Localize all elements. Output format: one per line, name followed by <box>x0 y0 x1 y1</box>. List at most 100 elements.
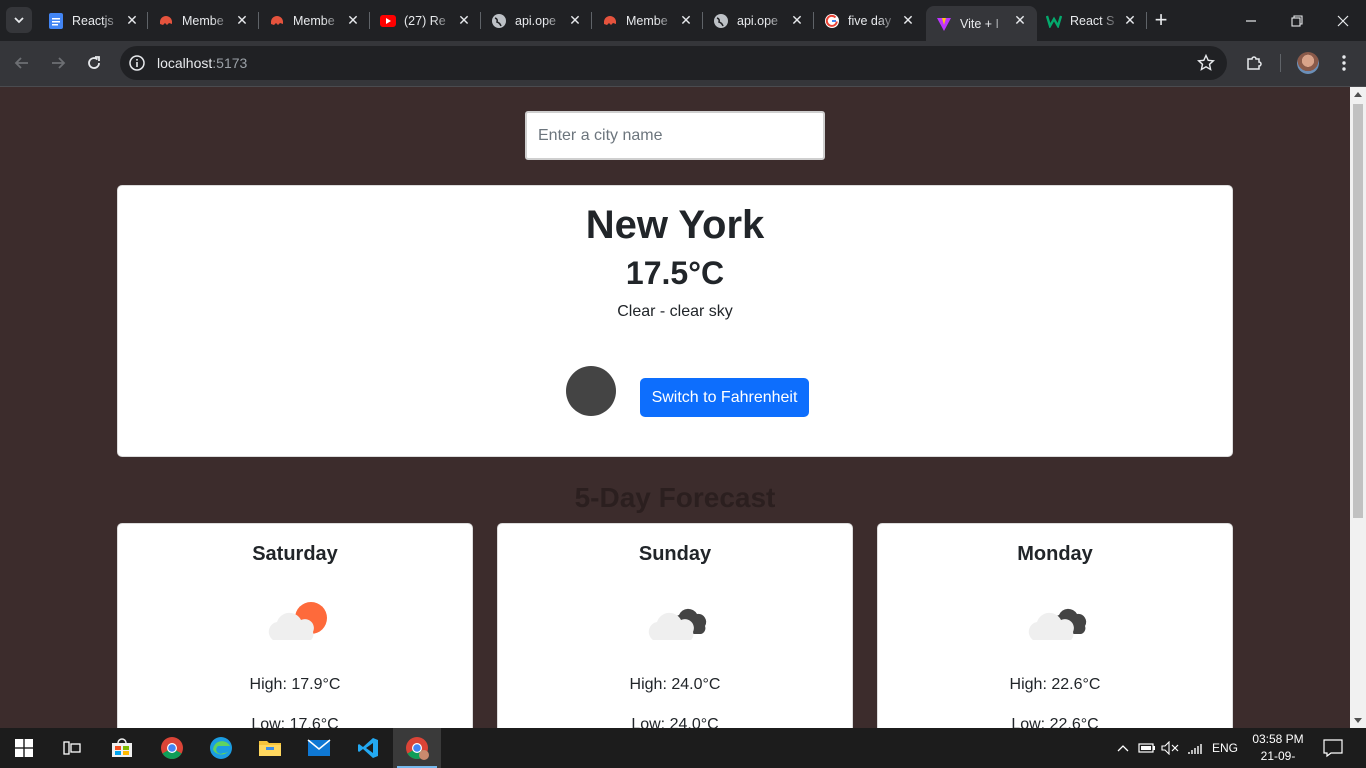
info-icon[interactable] <box>128 54 146 72</box>
close-icon[interactable]: ✕ <box>235 13 249 27</box>
close-icon[interactable]: ✕ <box>1013 13 1027 27</box>
battery-icon <box>1138 743 1155 753</box>
battery-tray-icon[interactable] <box>1138 740 1156 756</box>
windows-logo-icon <box>15 739 33 757</box>
tab-title: Membe <box>626 13 668 28</box>
cloud-sun-icon <box>268 602 327 640</box>
start-button[interactable] <box>0 728 48 768</box>
tab-separator <box>702 12 703 29</box>
browser-menu-button[interactable] <box>1330 49 1358 77</box>
tab-google-search[interactable]: five day ✕ <box>814 0 925 41</box>
close-window-button[interactable] <box>1320 0 1366 41</box>
close-icon[interactable]: ✕ <box>1123 13 1137 27</box>
language-indicator[interactable]: ENG <box>1212 741 1238 755</box>
forecast-low: Low: 17.6°C <box>251 716 339 728</box>
vscode-icon <box>358 738 378 758</box>
octopus-icon <box>158 13 174 29</box>
clock-date: 21-09-2024 <box>1260 749 1296 768</box>
browser-toolbar: localhost:5173 <box>0 41 1366 86</box>
scroll-up-arrow-icon[interactable] <box>1354 92 1362 97</box>
close-icon[interactable]: ✕ <box>790 13 804 27</box>
close-icon[interactable]: ✕ <box>568 13 582 27</box>
system-clock[interactable]: 03:58 PM 21-09-2024 <box>1249 731 1307 768</box>
clock-time: 03:58 PM <box>1252 732 1304 746</box>
current-temperature: 17.5°C <box>625 255 725 291</box>
forecast-day: Monday <box>1017 543 1093 565</box>
forecast-high: High: 17.9°C <box>249 676 341 693</box>
url-text: localhost:5173 <box>157 55 247 71</box>
close-icon[interactable]: ✕ <box>679 13 693 27</box>
octopus-icon <box>602 13 618 29</box>
chrome-taskbar-button[interactable] <box>148 728 196 768</box>
tab-member-2[interactable]: Membe ✕ <box>259 0 370 41</box>
tab-youtube[interactable]: (27) Re ✕ <box>370 0 481 41</box>
tab-separator <box>147 12 148 29</box>
folder-icon <box>259 741 281 756</box>
tab-member-3[interactable]: Membe ✕ <box>592 0 703 41</box>
chrome-active-icon <box>406 737 429 760</box>
forecast-low: Low: 22.6°C <box>1011 716 1099 728</box>
minimize-button[interactable] <box>1228 0 1274 41</box>
windows-taskbar: ENG 03:58 PM 21-09-2024 <box>0 728 1366 768</box>
url-port: :5173 <box>212 55 248 71</box>
tab-strip: Reactjs ✕ Membe ✕ Membe ✕ (27) Re ✕ api.… <box>0 0 1366 41</box>
scroll-down-arrow-icon[interactable] <box>1354 718 1362 723</box>
store-button[interactable] <box>98 728 146 768</box>
tab-w3schools[interactable]: React S ✕ <box>1036 0 1147 41</box>
tab-title: five day <box>848 13 892 28</box>
volume-tray-icon[interactable] <box>1161 740 1179 756</box>
city-search-input[interactable] <box>525 111 825 160</box>
tab-api-2[interactable]: api.ope ✕ <box>703 0 814 41</box>
show-hidden-icons-button[interactable] <box>1114 740 1132 756</box>
weather-condition-icon <box>566 366 616 416</box>
url-host: localhost <box>157 55 213 71</box>
forecast-card-monday: Monday High: 22.6°C Low: 22.6°C <box>877 523 1233 728</box>
profile-button[interactable] <box>1294 49 1322 77</box>
restore-button[interactable] <box>1274 0 1320 41</box>
tab-member-1[interactable]: Membe ✕ <box>148 0 259 41</box>
extensions-button[interactable] <box>1240 49 1268 77</box>
vscode-button[interactable] <box>344 728 392 768</box>
edge-taskbar-button[interactable] <box>197 728 245 768</box>
task-view-button[interactable] <box>48 728 96 768</box>
kebab-menu-icon <box>1342 55 1346 71</box>
avatar <box>1297 52 1319 74</box>
chrome-active-taskbar-button[interactable] <box>393 728 441 768</box>
file-explorer-button[interactable] <box>246 728 294 768</box>
close-icon[interactable]: ✕ <box>901 13 915 27</box>
network-tray-icon[interactable] <box>1186 740 1204 756</box>
reload-button[interactable] <box>80 49 108 77</box>
w3schools-icon <box>1046 13 1062 29</box>
chevron-down-icon <box>14 17 24 24</box>
arrow-left-icon <box>14 57 28 69</box>
forward-button[interactable] <box>44 49 72 77</box>
google-docs-icon <box>48 12 64 29</box>
forecast-day: Sunday <box>638 543 712 565</box>
page-viewport: New York 17.5°C Clear - clear sky Switch… <box>0 87 1350 728</box>
globe-icon <box>491 13 507 29</box>
tab-api-1[interactable]: api.ope ✕ <box>481 0 592 41</box>
tab-title: api.ope <box>737 13 779 28</box>
puzzle-icon <box>1247 56 1262 70</box>
tab-title: Membe <box>293 13 335 28</box>
close-icon[interactable]: ✕ <box>125 13 139 27</box>
tab-search-button[interactable] <box>6 7 32 33</box>
volume-muted-icon <box>1161 741 1179 755</box>
page-scrollbar[interactable] <box>1350 87 1366 728</box>
close-icon[interactable]: ✕ <box>346 13 360 27</box>
address-bar[interactable]: localhost:5173 <box>120 46 1227 80</box>
bookmark-star-icon[interactable] <box>1197 54 1215 72</box>
scrollbar-thumb[interactable] <box>1353 104 1363 518</box>
tab-reactjs[interactable]: Reactjs ✕ <box>38 0 149 41</box>
cloud-dark-icon <box>648 608 707 640</box>
cloud-dark-icon <box>1028 608 1087 640</box>
tab-separator <box>480 12 481 29</box>
new-tab-button[interactable]: + <box>1150 9 1172 32</box>
notification-icon[interactable] <box>1322 738 1344 758</box>
tab-vite-active[interactable]: Vite + I ✕ <box>926 6 1037 41</box>
tab-title: Reactjs <box>72 13 114 28</box>
switch-unit-button[interactable]: Switch to Fahrenheit <box>640 378 809 417</box>
mail-button[interactable] <box>295 728 343 768</box>
back-button[interactable] <box>8 49 36 77</box>
close-icon[interactable]: ✕ <box>457 13 471 27</box>
